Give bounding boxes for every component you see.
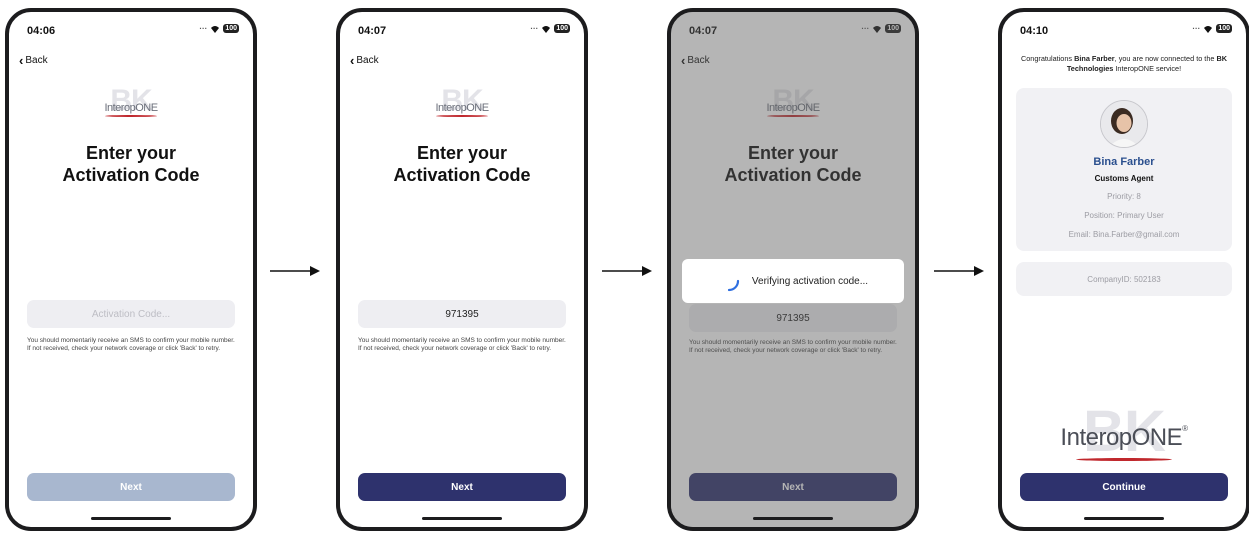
logo-swoosh	[1076, 458, 1172, 461]
logo-swoosh	[436, 115, 488, 117]
status-bar: 04:06 ··· 100	[23, 24, 239, 40]
verifying-dialog: Verifying activation code...	[682, 259, 904, 303]
phone-screen-2: 04:07 ··· 100 ‹ Back BK InteropONE Enter…	[336, 8, 588, 531]
company-id-card: CompanyID: 502183	[1016, 262, 1232, 296]
back-label: Back	[356, 55, 379, 66]
next-button[interactable]: Next	[358, 473, 566, 501]
profile-card: Bina Farber Customs Agent Priority: 8 Po…	[1016, 88, 1232, 251]
home-indicator	[91, 517, 171, 520]
battery-icon: 100	[1216, 24, 1232, 33]
activation-code-input[interactable]: Activation Code...	[27, 300, 235, 328]
signal-dots-icon: ···	[530, 24, 539, 33]
user-photo-icon	[1101, 101, 1147, 147]
back-button[interactable]: ‹ Back	[19, 52, 48, 68]
profile-position: Position: Primary User	[1084, 211, 1164, 220]
sms-hint-text: You should momentarily receive an SMS to…	[358, 337, 566, 352]
page-title: Enter your Activation Code	[393, 143, 531, 185]
back-label: Back	[25, 55, 48, 66]
logo-text: InteropONE®	[1060, 424, 1188, 451]
verifying-text: Verifying activation code...	[751, 275, 869, 287]
continue-button[interactable]: Continue	[1020, 473, 1228, 501]
flow-arrow-icon	[270, 266, 320, 276]
signal-dots-icon: ···	[199, 24, 208, 33]
page-title: Enter your Activation Code	[62, 143, 200, 185]
signal-dots-icon: ···	[1192, 24, 1201, 33]
interopone-logo: BK InteropONE	[417, 84, 507, 128]
sms-hint-text: You should momentarily receive an SMS to…	[27, 337, 235, 352]
flow-arrow-icon	[934, 266, 984, 276]
status-bar: 04:07 ··· 100	[354, 24, 570, 40]
profile-name: Bina Farber	[1093, 156, 1155, 168]
flow-arrow-icon	[602, 266, 652, 276]
battery-icon: 100	[223, 24, 239, 33]
activation-code-input[interactable]: 971395	[358, 300, 566, 328]
chevron-left-icon: ‹	[19, 52, 24, 68]
status-time: 04:06	[27, 25, 56, 37]
wifi-icon	[1204, 25, 1213, 33]
interopone-logo-large: BK InteropONE®	[1044, 399, 1204, 478]
logo-text: InteropONE	[104, 102, 158, 114]
phone-screen-3: 04:07 ··· 100 ‹ Back BK InteropONE Enter…	[667, 8, 919, 531]
profile-email: Email: Bina.Farber@gmail.com	[1068, 230, 1180, 239]
loading-spinner-icon	[727, 279, 740, 292]
user-name: Bina Farber	[1074, 54, 1115, 63]
wifi-icon	[542, 25, 551, 33]
home-indicator	[1084, 517, 1164, 520]
congrats-message: Congratulations Bina Farber, you are now…	[1020, 54, 1228, 73]
wifi-icon	[211, 25, 220, 33]
avatar	[1100, 100, 1148, 148]
interopone-logo: BK InteropONE	[86, 84, 176, 128]
status-time: 04:10	[1020, 25, 1049, 37]
status-bar: 04:10 ··· 100	[1016, 24, 1232, 40]
phone-screen-1: 04:06 ··· 100 ‹ Back BK InteropONE Enter…	[5, 8, 257, 531]
phone-screen-4: 04:10 ··· 100 Congratulations Bina Farbe…	[998, 8, 1249, 531]
profile-priority: Priority: 8	[1107, 192, 1141, 201]
home-indicator	[422, 517, 502, 520]
back-button[interactable]: ‹ Back	[350, 52, 379, 68]
status-time: 04:07	[358, 25, 387, 37]
logo-swoosh	[105, 115, 157, 117]
home-indicator	[753, 517, 833, 520]
next-button[interactable]: Next	[27, 473, 235, 501]
battery-icon: 100	[554, 24, 570, 33]
chevron-left-icon: ‹	[350, 52, 355, 68]
profile-role: Customs Agent	[1094, 174, 1154, 183]
logo-text: InteropONE	[435, 102, 489, 114]
